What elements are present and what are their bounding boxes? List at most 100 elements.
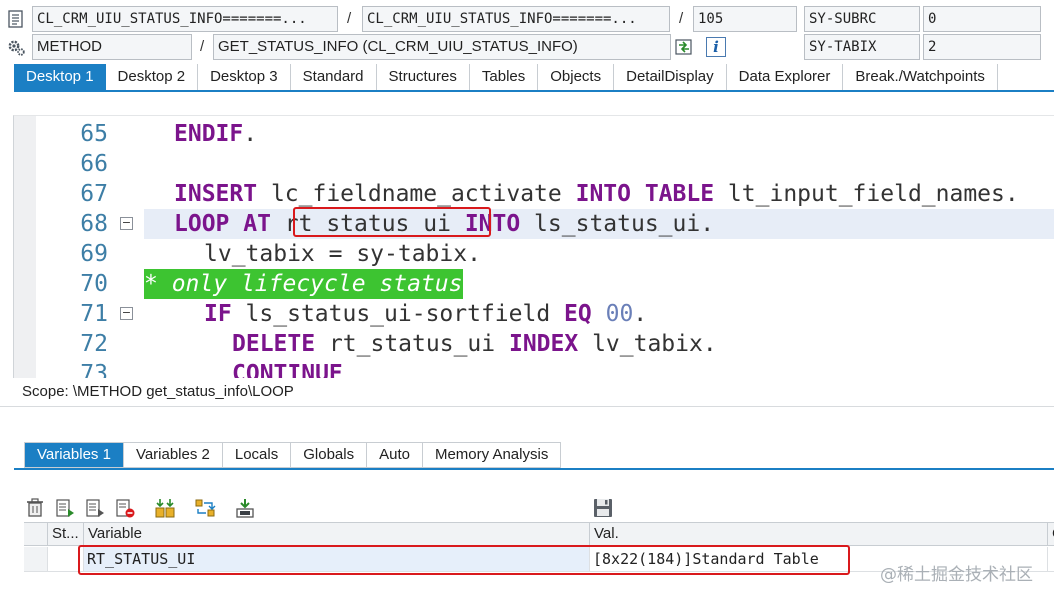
scope-label: Scope: \METHOD get_status_info\LOOP bbox=[22, 383, 294, 400]
code-text: DELETE rt_status_ui INDEX lv_tabix. bbox=[232, 329, 717, 359]
list-insert-icon[interactable] bbox=[54, 497, 76, 519]
code-keyword: INSERT bbox=[174, 181, 258, 207]
tab-variables-1[interactable]: Variables 1 bbox=[25, 443, 124, 467]
tab-underline bbox=[14, 468, 1054, 470]
code-keyword: LOOP AT bbox=[174, 211, 271, 237]
sysvar-value-field[interactable]: 2 bbox=[923, 34, 1041, 60]
source-code-editor[interactable]: 65 ENDIF. 66 67 INSERT lc_fieldname_acti… bbox=[13, 115, 1054, 378]
watermark: @稀土掘金技术社区 bbox=[880, 565, 1033, 585]
line-number: 68 bbox=[80, 211, 108, 237]
code-text: . bbox=[243, 121, 258, 147]
code-keyword: INDEX bbox=[508, 331, 579, 357]
program-info-row: CL_CRM_UIU_STATUS_INFO=======... / CL_CR… bbox=[0, 6, 1054, 32]
tab-desktop-1[interactable]: Desktop 1 bbox=[14, 64, 106, 90]
code-line: 70 * only lifecycle status bbox=[14, 269, 1054, 299]
event-name-field[interactable]: GET_STATUS_INFO (CL_CRM_UIU_STATUS_INFO) bbox=[213, 34, 671, 60]
line-number: 72 bbox=[80, 331, 108, 357]
separator: / bbox=[679, 10, 684, 27]
code-comment: * only lifecycle status bbox=[144, 269, 463, 299]
event-type-field[interactable]: METHOD bbox=[32, 34, 192, 60]
tab-underline bbox=[14, 90, 1054, 92]
line-number: 65 bbox=[80, 121, 108, 147]
separator: / bbox=[347, 10, 352, 27]
download-icon[interactable] bbox=[234, 497, 256, 519]
tab-globals[interactable]: Globals bbox=[291, 443, 368, 467]
tab-locals[interactable]: Locals bbox=[222, 443, 292, 467]
fold-toggle-icon[interactable]: − bbox=[120, 217, 133, 230]
code-text: CONTINUE bbox=[232, 359, 343, 378]
grid-header: St... Variable Val. C bbox=[24, 523, 1054, 546]
tab-auto[interactable]: Auto bbox=[367, 443, 423, 467]
code-line: 66 bbox=[14, 149, 1054, 179]
code-text: rt_status_ui bbox=[315, 331, 509, 357]
tab-memory-analysis[interactable]: Memory Analysis bbox=[422, 443, 561, 467]
line-number: 66 bbox=[80, 151, 108, 177]
navigate-icon[interactable] bbox=[674, 37, 694, 57]
code-text: ls_status_ui-sortfield bbox=[231, 301, 565, 327]
sort-icon[interactable] bbox=[154, 497, 176, 519]
code-text: IF ls_status_ui-sortfield EQ 00. bbox=[204, 299, 647, 329]
column-header-extra[interactable]: C bbox=[1048, 523, 1054, 546]
tab-standard[interactable]: Standard bbox=[290, 64, 377, 90]
sysvar-name-field[interactable]: SY-TABIX bbox=[804, 34, 920, 60]
code-text: ENDIF. bbox=[174, 119, 257, 149]
code-text: lc_fieldname_activate bbox=[257, 181, 576, 207]
include-field[interactable]: CL_CRM_UIU_STATUS_INFO=======... bbox=[362, 6, 670, 32]
tab-detail-display[interactable]: DetailDisplay bbox=[614, 64, 727, 90]
code-text: INSERT lc_fieldname_activate INTO TABLE … bbox=[174, 179, 1019, 209]
code-line: 71 − IF ls_status_ui-sortfield EQ 00. bbox=[14, 299, 1054, 329]
highlight-box bbox=[78, 545, 850, 575]
line-number: 70 bbox=[80, 271, 108, 297]
list-export-icon[interactable] bbox=[84, 497, 106, 519]
column-header-status[interactable]: St... bbox=[48, 523, 84, 546]
sysvar-value-field[interactable]: 0 bbox=[923, 6, 1041, 32]
code-text: lv_tabix. bbox=[578, 331, 717, 357]
tab-desktop-3[interactable]: Desktop 3 bbox=[198, 64, 291, 90]
row-selector[interactable] bbox=[24, 547, 48, 571]
program-field[interactable]: CL_CRM_UIU_STATUS_INFO=======... bbox=[32, 6, 338, 32]
column-header-variable[interactable]: Variable bbox=[84, 523, 590, 546]
code-text: lt_input_field_names. bbox=[714, 181, 1019, 207]
column-header-value[interactable]: Val. bbox=[590, 523, 1048, 546]
divider bbox=[0, 406, 1054, 407]
code-text: ls_status_ui. bbox=[520, 211, 715, 237]
tab-variables-2[interactable]: Variables 2 bbox=[123, 443, 223, 467]
code-keyword: INTO TABLE bbox=[575, 181, 715, 207]
code-keyword: ENDIF bbox=[174, 121, 244, 147]
code-line: 73 CONTINUE bbox=[14, 359, 1054, 378]
trash-icon[interactable] bbox=[24, 497, 46, 519]
delete-row-icon[interactable] bbox=[114, 497, 136, 519]
code-keyword: CONTINUE bbox=[232, 361, 343, 378]
code-keyword: DELETE bbox=[232, 331, 316, 357]
tab-tables[interactable]: Tables bbox=[469, 64, 539, 90]
code-line: 65 ENDIF. bbox=[14, 119, 1054, 149]
swap-icon[interactable] bbox=[194, 497, 216, 519]
code-line: 69 lv_tabix = sy-tabix. bbox=[14, 239, 1054, 269]
separator: / bbox=[200, 38, 205, 55]
sysvar-name-field[interactable]: SY-SUBRC bbox=[804, 6, 920, 32]
tab-structures[interactable]: Structures bbox=[376, 64, 470, 90]
tab-breakpoints[interactable]: Break./Watchpoints bbox=[843, 64, 998, 90]
line-number: 71 bbox=[80, 301, 108, 327]
fold-toggle-icon[interactable]: − bbox=[120, 307, 133, 320]
line-number: 67 bbox=[80, 181, 108, 207]
tab-desktop-2[interactable]: Desktop 2 bbox=[105, 64, 199, 90]
tab-objects[interactable]: Objects bbox=[538, 64, 615, 90]
code-keyword: IF bbox=[204, 301, 232, 327]
event-info-row: METHOD / GET_STATUS_INFO (CL_CRM_UIU_STA… bbox=[0, 34, 1054, 60]
code-text: lv_tabix = sy-tabix. bbox=[204, 241, 481, 267]
code-text: . bbox=[633, 301, 648, 327]
save-icon[interactable] bbox=[592, 497, 614, 519]
info-icon[interactable]: i bbox=[706, 37, 726, 57]
code-keyword: EQ bbox=[564, 301, 592, 327]
line-number: 69 bbox=[80, 241, 108, 267]
code-line-current: 68 − LOOP AT rt_status_ui INTO ls_status… bbox=[14, 207, 1054, 239]
row-selector-header[interactable] bbox=[24, 523, 48, 546]
line-number-field[interactable]: 105 bbox=[693, 6, 797, 32]
tab-data-explorer[interactable]: Data Explorer bbox=[726, 64, 844, 90]
gear-icon bbox=[8, 40, 25, 56]
desktop-tab-bar: Desktop 1 Desktop 2 Desktop 3 Standard S… bbox=[14, 64, 998, 90]
program-icon bbox=[8, 10, 23, 28]
line-number: 73 bbox=[80, 361, 108, 378]
code-line: 67 INSERT lc_fieldname_activate INTO TAB… bbox=[14, 179, 1054, 209]
